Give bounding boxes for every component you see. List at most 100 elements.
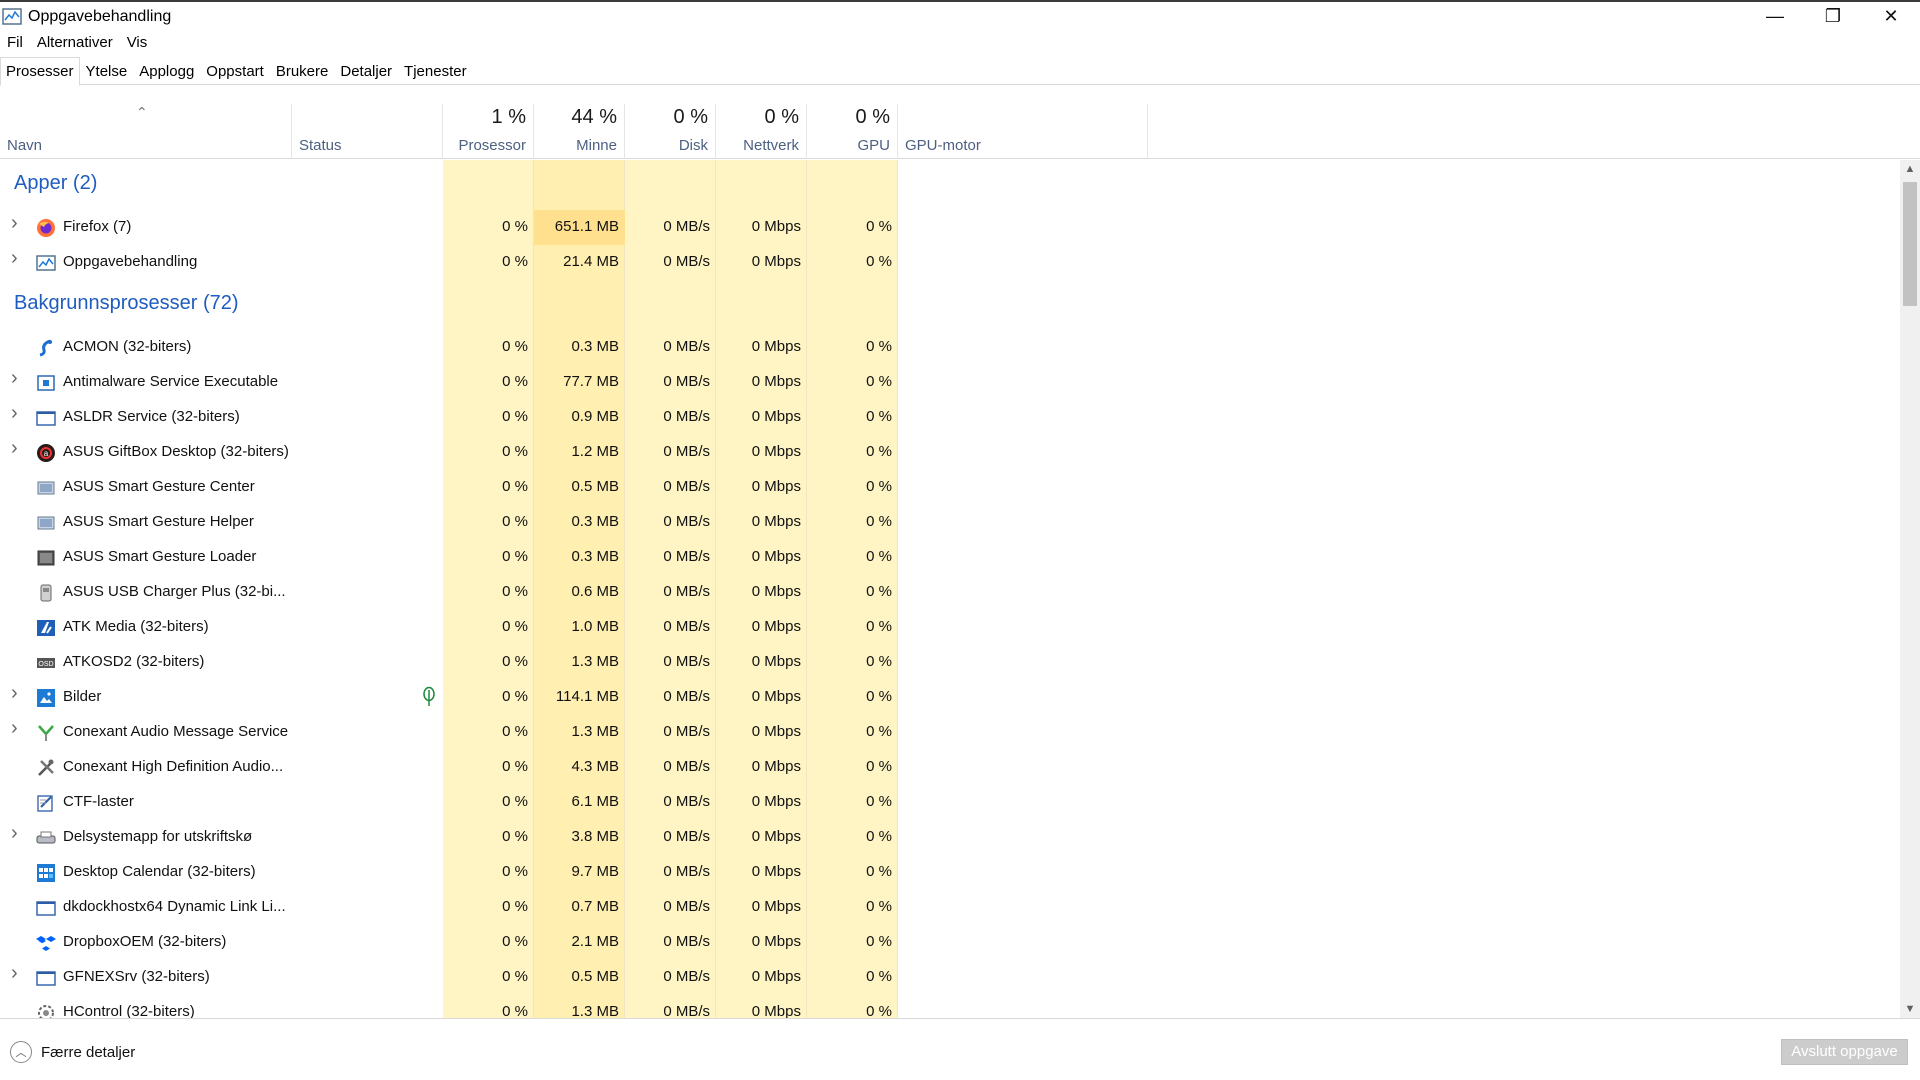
cell-cpu: 0 % [502,723,528,740]
process-row[interactable]: › Oppgavebehandling 0 % 21.4 MB 0 MB/s 0 Mbps… [0,245,1900,280]
restore-button[interactable]: ❐ [1804,2,1862,31]
process-row[interactable]: ACMON (32-biters) 0 % 0.3 MB 0 MB/s 0 Mbps 0 … [0,330,1900,365]
fewer-details-label: Færre detaljer [41,1043,136,1061]
cell-disk: 0 MB/s [663,933,710,950]
process-row[interactable]: HControl (32-biters) 0 % 1.3 MB 0 MB/s 0 Mbp… [0,995,1900,1018]
process-row[interactable]: › GFNEXSrv (32-biters) 0 % 0.5 MB 0 MB/s 0 Mb… [0,960,1900,995]
cell-cpu: 0 % [502,338,528,355]
header-status[interactable]: Status [292,104,443,159]
process-name: ACMON (32-biters) [63,338,192,355]
header-gpu-engine[interactable]: GPU-motor [898,104,1148,159]
header-gpu[interactable]: 0 % GPU [807,104,898,159]
cell-net: 0 Mbps [751,338,801,355]
photos-icon [36,688,56,708]
cell-mem: 651.1 MB [554,218,619,235]
header-memory[interactable]: 44 % Minne [534,104,625,159]
process-row[interactable]: › a ASUS GiftBox Desktop (32-biters) 0 % 1.2… [0,435,1900,470]
cell-disk: 0 MB/s [663,828,710,845]
process-name: ASUS Smart Gesture Helper [63,513,254,530]
menu-alternativer[interactable]: Alternativer [30,34,120,51]
cell-mem: 0.6 MB [571,583,619,600]
cell-cpu: 0 % [502,828,528,845]
scroll-thumb[interactable] [1903,182,1917,306]
process-row[interactable]: Conexant High Definition Audio... 0 % 4.3 … [0,750,1900,785]
task-manager-icon [2,8,22,25]
chevron-right-icon[interactable]: › [11,822,23,845]
chevron-right-icon[interactable]: › [11,212,23,235]
acmon-icon [36,338,56,358]
cell-disk: 0 MB/s [663,338,710,355]
process-row[interactable]: dkdockhostx64 Dynamic Link Li... 0 % 0.7 M… [0,890,1900,925]
window-icon [36,408,56,428]
fewer-details-button[interactable]: ︿ Færre detaljer [10,1041,135,1063]
vertical-scrollbar[interactable]: ▲ ▼ [1900,160,1920,1018]
header-disk[interactable]: 0 % Disk [625,104,716,159]
process-row[interactable]: › Firefox (7) 0 % 651.1 MB 0 MB/s 0 Mbps 0 % [0,210,1900,245]
cell-gpu: 0 % [866,933,892,950]
cell-net: 0 Mbps [751,723,801,740]
cell-disk: 0 MB/s [663,443,710,460]
process-row[interactable]: CTF-laster 0 % 6.1 MB 0 MB/s 0 Mbps 0 % [0,785,1900,820]
giftbox-icon: a [36,443,56,463]
scroll-down-icon[interactable]: ▼ [1900,1000,1920,1018]
process-row[interactable]: DropboxOEM (32-biters) 0 % 2.1 MB 0 MB/s 0 M… [0,925,1900,960]
process-row[interactable]: ATK Media (32-biters) 0 % 1.0 MB 0 MB/s 0 Mb… [0,610,1900,645]
cell-net: 0 Mbps [751,863,801,880]
end-task-button[interactable]: Avslutt oppgave [1781,1039,1908,1065]
chevron-right-icon[interactable]: › [11,717,23,740]
chevron-right-icon[interactable]: › [11,402,23,425]
chevron-right-icon[interactable]: › [11,682,23,705]
cell-cpu: 0 % [502,253,528,270]
group-header[interactable]: Apper (2) [0,160,1900,210]
process-row[interactable]: ASUS USB Charger Plus (32-bi... 0 % 0.6 MB… [0,575,1900,610]
cell-mem: 1.3 MB [571,1003,619,1018]
calendar-icon [36,863,56,883]
header-name[interactable]: Navn [0,104,292,159]
tools-icon [36,758,56,778]
tab-prosesser[interactable]: Prosesser [0,57,80,86]
cell-net: 0 Mbps [751,253,801,270]
scroll-up-icon[interactable]: ▲ [1900,160,1920,178]
tab-oppstart[interactable]: Oppstart [200,57,270,85]
process-row[interactable]: › ASLDR Service (32-biters) 0 % 0.9 MB 0 MB/… [0,400,1900,435]
title-bar: Oppgavebehandling — ❐ ✕ [0,0,1920,31]
minimize-button[interactable]: — [1746,2,1804,31]
process-row[interactable]: ASUS Smart Gesture Loader 0 % 0.3 MB 0 MB/s… [0,540,1900,575]
process-row[interactable]: ASUS Smart Gesture Helper 0 % 0.3 MB 0 MB/s… [0,505,1900,540]
process-row[interactable]: › Conexant Audio Message Service 0 % 1.3 MB… [0,715,1900,750]
tab-brukere[interactable]: Brukere [270,57,335,85]
process-row[interactable]: ASUS Smart Gesture Center 0 % 0.5 MB 0 MB/s… [0,470,1900,505]
process-row[interactable]: › Bilder 0 % 114.1 MB 0 MB/s 0 Mbps 0 % [0,680,1900,715]
cell-disk: 0 MB/s [663,968,710,985]
header-network[interactable]: 0 % Nettverk [716,104,807,159]
menu-vis[interactable]: Vis [120,34,155,51]
process-row[interactable]: › Antimalware Service Executable 0 % 77.7 M… [0,365,1900,400]
group-header[interactable]: Bakgrunnsprosesser (72) [0,280,1900,330]
cell-mem: 0.5 MB [571,968,619,985]
dropbox-icon [36,933,56,953]
atk-media-icon [36,618,56,638]
task-manager-icon [36,253,56,273]
process-row[interactable]: Desktop Calendar (32-biters) 0 % 9.7 MB 0 M… [0,855,1900,890]
cell-net: 0 Mbps [751,618,801,635]
cell-mem: 1.3 MB [571,653,619,670]
chevron-right-icon[interactable]: › [11,437,23,460]
process-row[interactable]: › Delsystemapp for utskriftskø 0 % 3.8 MB 0 … [0,820,1900,855]
cell-net: 0 Mbps [751,408,801,425]
cell-cpu: 0 % [502,478,528,495]
tab-tjenester[interactable]: Tjenester [398,57,473,85]
cell-net: 0 Mbps [751,478,801,495]
header-cpu[interactable]: 1 % Prosessor [443,104,534,159]
process-row[interactable]: OSD ATKOSD2 (32-biters) 0 % 1.3 MB 0 MB/s 0 M… [0,645,1900,680]
conexant-icon [36,723,56,743]
menu-bar: Fil Alternativer Vis [0,31,154,53]
menu-fil[interactable]: Fil [0,34,30,51]
tab-ytelse[interactable]: Ytelse [80,57,134,85]
chevron-right-icon[interactable]: › [11,247,23,270]
usb-charger-icon [36,583,56,603]
chevron-right-icon[interactable]: › [11,962,23,985]
close-button[interactable]: ✕ [1862,2,1920,31]
tab-applogg[interactable]: Applogg [133,57,200,85]
tab-detaljer[interactable]: Detaljer [334,57,398,85]
chevron-right-icon[interactable]: › [11,367,23,390]
